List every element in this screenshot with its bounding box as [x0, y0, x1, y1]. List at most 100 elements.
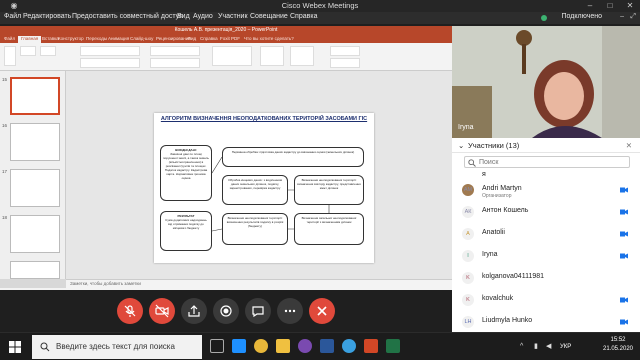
paragraph-group[interactable]: [150, 46, 200, 56]
new-slide-button[interactable]: [20, 46, 36, 56]
stop-video-button[interactable]: [149, 298, 175, 324]
notes-pane[interactable]: Заметки, чтобы добавить заметки: [66, 279, 452, 288]
avatar: I: [462, 250, 474, 262]
find-button[interactable]: [330, 46, 360, 56]
quick-styles-button[interactable]: [290, 46, 314, 66]
menu-view[interactable]: Вид: [177, 13, 190, 20]
chrome-icon[interactable]: [254, 339, 268, 353]
participant-row[interactable]: K kolganova04111981: [452, 270, 640, 287]
minimize-button[interactable]: –: [580, 0, 600, 12]
file-explorer-icon[interactable]: [276, 339, 290, 353]
keyboard-language[interactable]: УКР: [560, 344, 571, 350]
leave-meeting-button[interactable]: [309, 298, 335, 324]
menu-bar: Файл Редактировать Предоставить совместн…: [0, 12, 640, 24]
share-button[interactable]: [181, 298, 207, 324]
minimize-panel-icon[interactable]: –: [620, 13, 624, 20]
menu-share[interactable]: Предоставить совместный доступ: [72, 13, 183, 20]
maximize-button[interactable]: □: [600, 0, 620, 12]
participant-name: Liudmyla Hunko: [482, 317, 533, 324]
menu-participant[interactable]: Участник: [218, 13, 248, 20]
slide-thumbnail[interactable]: [10, 215, 60, 253]
ribbon-tab-design[interactable]: Конструктор: [58, 36, 84, 41]
font-select[interactable]: [80, 46, 140, 56]
ribbon-tab-transitions[interactable]: Переходы: [86, 36, 107, 41]
paste-button[interactable]: [4, 46, 16, 66]
slide-thumbnail[interactable]: [10, 169, 60, 207]
ribbon-tab-animation[interactable]: Анимация: [108, 36, 129, 41]
network-icon[interactable]: ▮: [534, 342, 538, 350]
participant-row[interactable]: АК Антон Кошель: [452, 204, 640, 221]
participants-search[interactable]: [464, 156, 630, 168]
avatar: АК: [462, 206, 474, 218]
thumb-number: 15: [2, 77, 8, 82]
video-tile[interactable]: [452, 26, 640, 138]
close-window-button[interactable]: ✕: [620, 0, 640, 12]
volume-icon[interactable]: ◀: [546, 342, 551, 350]
participant-row[interactable]: I Iryna: [452, 248, 640, 265]
participant-row[interactable]: LH Liudmyla Hunko: [452, 314, 640, 331]
ribbon-tab-insert[interactable]: Вставка: [42, 36, 59, 41]
ribbon-tab-view[interactable]: Вид: [188, 36, 196, 41]
slide-thumbnail[interactable]: [10, 77, 60, 115]
slide-canvas[interactable]: АЛГОРИТМ ВИЗНАЧЕННЯ НЕОПОДАТКОВАНИХ ТЕРИ…: [154, 113, 374, 263]
video-camera-icon: [620, 319, 628, 325]
ribbon-tab-file[interactable]: Файл: [4, 36, 15, 41]
close-panel-icon[interactable]: ✕: [626, 141, 632, 150]
excel-icon[interactable]: [386, 339, 400, 353]
ribbon-tabs: Файл Главная Вставка Конструктор Переход…: [0, 35, 452, 43]
connection-status: Подключено: [561, 13, 602, 20]
windows-taskbar: Введите здесь текст для поиска ^ ▮ ◀ УКР…: [0, 332, 640, 360]
window-title: Cisco Webex Meetings: [281, 1, 359, 10]
menu-audio[interactable]: Аудио: [193, 13, 213, 20]
menu-file[interactable]: Файл: [4, 13, 21, 20]
menu-help[interactable]: Справка: [290, 13, 317, 20]
mute-button[interactable]: [117, 298, 143, 324]
close-icon: [317, 306, 327, 316]
participant-name: kolganova04111981: [482, 273, 545, 280]
menu-edit[interactable]: Редактировать: [23, 13, 71, 20]
shapes-gallery[interactable]: [212, 46, 252, 66]
connection-status-icon: [541, 15, 547, 21]
app-icon: ◉: [10, 1, 18, 10]
slide-thumbnail[interactable]: [10, 123, 60, 161]
tray-chevron-icon[interactable]: ^: [520, 343, 523, 350]
ribbon-tab-foxit[interactable]: Foxit PDF: [220, 36, 240, 41]
collapse-chevron-icon[interactable]: ⌄: [458, 141, 464, 150]
webex-icon[interactable]: [342, 339, 356, 353]
participant-row[interactable]: A Anatolii: [452, 226, 640, 243]
ribbon-tell-me[interactable]: Что вы хотите сделать?: [244, 36, 294, 41]
word-icon[interactable]: [320, 339, 334, 353]
ribbon-tab-help[interactable]: Справка: [200, 36, 218, 41]
thumb-number: 16: [2, 123, 8, 128]
taskbar-search[interactable]: Введите здесь текст для поиска: [32, 335, 202, 359]
powerpoint-icon[interactable]: [364, 339, 378, 353]
ribbon-tab-review[interactable]: Рецензирование: [156, 36, 191, 41]
video-camera-icon: [620, 231, 628, 237]
video-camera-icon: [620, 253, 628, 259]
expand-icon[interactable]: ⤢: [630, 13, 636, 21]
align-group[interactable]: [150, 58, 200, 68]
chat-button[interactable]: [245, 298, 271, 324]
participants-header[interactable]: ⌄ Участники (13) ✕: [452, 138, 640, 153]
viber-icon[interactable]: [298, 339, 312, 353]
participant-row[interactable]: AM Andri Martyn Организатор: [452, 182, 640, 199]
avatar: K: [462, 272, 474, 284]
ribbon-tab-slideshow[interactable]: Слайд-шоу: [130, 36, 153, 41]
taskbar-clock[interactable]: 15:52 21.05.2020: [598, 336, 638, 354]
ribbon: [0, 43, 452, 71]
search-input[interactable]: [479, 158, 619, 167]
more-button[interactable]: [277, 298, 303, 324]
replace-button[interactable]: [330, 58, 360, 68]
record-button[interactable]: [213, 298, 239, 324]
participant-row[interactable]: K kovalchuk: [452, 292, 640, 309]
slide-arrows: [211, 156, 330, 232]
ribbon-tab-home[interactable]: Главная: [18, 36, 42, 43]
layout-button[interactable]: [40, 46, 56, 56]
font-format-group[interactable]: [80, 58, 140, 68]
windows-start-icon[interactable]: [9, 341, 21, 353]
arrange-button[interactable]: [260, 46, 284, 66]
menu-meeting[interactable]: Совещание: [250, 13, 288, 20]
slide-thumbnail[interactable]: [10, 261, 60, 279]
task-view-icon[interactable]: [210, 339, 224, 353]
edge-icon[interactable]: [232, 339, 246, 353]
